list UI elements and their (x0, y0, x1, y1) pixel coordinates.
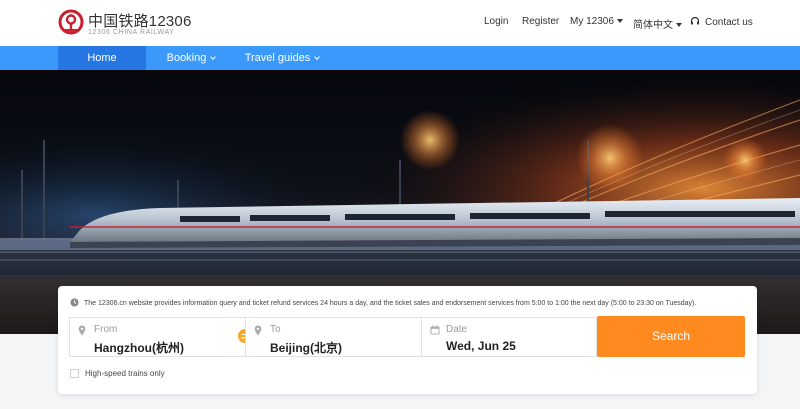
to-label: To (270, 324, 281, 335)
chevron-down-icon (210, 54, 217, 60)
headset-icon (690, 16, 700, 25)
date-field[interactable]: Date Wed, Jun 25 (421, 317, 597, 357)
from-value: Hangzhou(杭州) (94, 341, 184, 355)
date-value: Wed, Jun 25 (446, 339, 516, 353)
railway-logo-icon (58, 9, 84, 35)
location-pin-icon (78, 325, 86, 336)
from-label: From (94, 324, 118, 335)
high-speed-label: High-speed trains only (85, 369, 165, 378)
register-link[interactable]: Register (522, 16, 559, 27)
contact-label: Contact us (705, 17, 753, 28)
nav-home[interactable]: Home (58, 46, 146, 70)
service-notice-text: The 12306.cn website provides informatio… (84, 300, 697, 307)
nav-booking[interactable]: Booking (158, 46, 224, 70)
chevron-down-icon (676, 23, 682, 28)
calendar-icon (430, 325, 440, 335)
location-pin-icon (254, 325, 262, 336)
page: 中国铁路12306 12306 CHINA RAILWAY Login Regi… (0, 0, 800, 409)
high-speed-checkbox[interactable] (70, 369, 79, 378)
caret-down-icon (616, 19, 623, 24)
ticket-search-panel: The 12306.cn website provides informatio… (58, 286, 757, 394)
brand-subtitle: 12306 CHINA RAILWAY (88, 29, 175, 36)
nav-travel-guides[interactable]: Travel guides (238, 46, 326, 70)
nav-booking-label: Booking (166, 52, 207, 64)
brand-logo[interactable]: 中国铁路12306 12306 CHINA RAILWAY (58, 8, 198, 40)
my12306-menu[interactable]: My 12306 (570, 16, 623, 27)
service-notice: The 12306.cn website provides informatio… (70, 298, 696, 307)
search-button[interactable]: Search (597, 316, 745, 357)
date-label: Date (446, 324, 468, 335)
to-station-field[interactable]: To Beijing(北京) (245, 317, 422, 357)
chevron-down-icon (314, 54, 321, 60)
main-nav: Home Booking Travel guides (0, 46, 800, 70)
header: 中国铁路12306 12306 CHINA RAILWAY Login Regi… (0, 0, 800, 46)
to-value: Beijing(北京) (270, 341, 342, 355)
my12306-label: My 12306 (570, 16, 614, 27)
language-label: 简体中文 (633, 20, 673, 31)
nav-guides-label: Travel guides (244, 52, 311, 64)
from-station-field[interactable]: From Hangzhou(杭州) (69, 317, 246, 357)
brand-title: 中国铁路12306 (88, 13, 192, 30)
clock-icon (70, 298, 79, 307)
language-menu[interactable]: 简体中文 (633, 16, 682, 31)
login-link[interactable]: Login (484, 16, 508, 27)
high-speed-only-option[interactable]: High-speed trains only (70, 369, 165, 378)
contact-link[interactable]: Contact us (690, 16, 753, 28)
